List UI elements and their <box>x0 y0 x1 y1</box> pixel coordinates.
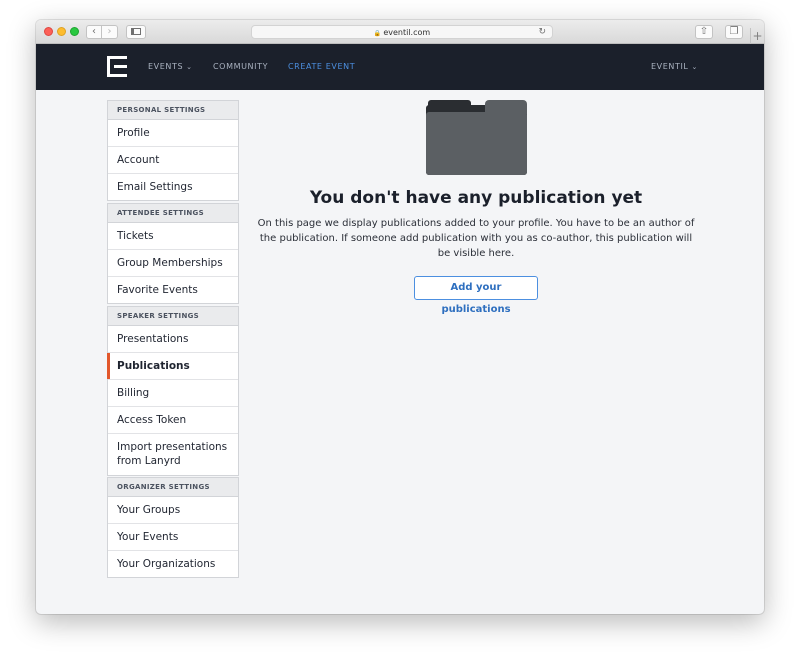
folder-icon <box>426 100 527 175</box>
sidebar-item-favorite-events[interactable]: Favorite Events <box>108 277 238 303</box>
add-publications-button[interactable]: Add your publications <box>414 276 538 315</box>
sidebar-item-publications[interactable]: Publications <box>107 353 238 380</box>
nav-events[interactable]: EVENTS ⌄ <box>148 62 193 72</box>
sidebar-item-email-settings[interactable]: Email Settings <box>108 174 238 200</box>
browser-window: ‹ › 🔒 eventil.com ↻ ⇧ ❐ + EVENTS ⌄ COMMUNI… <box>36 20 764 614</box>
group-header: ORGANIZER SETTINGS <box>108 478 238 497</box>
sidebar-item-group-memberships[interactable]: Group Memberships <box>108 250 238 277</box>
sidebar-item-your-organizations[interactable]: Your Organizations <box>108 551 238 577</box>
url-text: eventil.com <box>383 28 431 37</box>
empty-state-title: You don't have any publication yet <box>309 188 643 208</box>
sidebar-item-access-token[interactable]: Access Token <box>108 407 238 434</box>
organizer-settings-group: ORGANIZER SETTINGS Your Groups Your Even… <box>107 477 239 578</box>
sidebar-item-presentations[interactable]: Presentations <box>108 326 238 353</box>
back-button[interactable]: ‹ <box>86 25 102 39</box>
address-bar[interactable]: 🔒 eventil.com ↻ <box>251 25 553 39</box>
sidebar-item-profile[interactable]: Profile <box>108 120 238 147</box>
group-header: PERSONAL SETTINGS <box>108 101 238 120</box>
group-header: ATTENDEE SETTINGS <box>108 204 238 223</box>
minimize-window-button[interactable] <box>57 27 66 36</box>
nav-create-event-label: CREATE EVENT <box>288 62 356 71</box>
reload-icon[interactable]: ↻ <box>538 26 546 39</box>
nav-community-label: COMMUNITY <box>213 62 269 71</box>
close-window-button[interactable] <box>44 27 53 36</box>
chevron-down-icon: ⌄ <box>186 63 193 71</box>
site-header: EVENTS ⌄ COMMUNITY CREATE EVENT EVENTIL ⌄ <box>36 44 764 90</box>
browser-toolbar: ‹ › 🔒 eventil.com ↻ ⇧ ❐ + <box>36 20 764 44</box>
user-menu-label: EVENTIL <box>651 62 689 71</box>
sidebar-item-your-groups[interactable]: Your Groups <box>108 497 238 524</box>
chevron-down-icon: ⌄ <box>691 63 698 71</box>
speaker-settings-group: SPEAKER SETTINGS Presentations Publicati… <box>107 306 239 476</box>
nav-community[interactable]: COMMUNITY <box>213 62 268 72</box>
personal-settings-group: PERSONAL SETTINGS Profile Account Email … <box>107 100 239 201</box>
tabs-overview-button[interactable]: ❐ <box>725 25 743 39</box>
sidebar-item-tickets[interactable]: Tickets <box>108 223 238 250</box>
sidebar-item-billing[interactable]: Billing <box>108 380 238 407</box>
new-tab-button[interactable]: + <box>750 28 764 44</box>
nav-events-label: EVENTS <box>148 62 184 71</box>
forward-button[interactable]: › <box>102 25 118 39</box>
user-menu[interactable]: EVENTIL ⌄ <box>651 62 698 72</box>
sidebar-item-import-lanyrd[interactable]: Import presentations from Lanyrd <box>108 434 238 475</box>
sidebar-item-account[interactable]: Account <box>108 147 238 174</box>
sidebar-icon <box>131 28 141 35</box>
group-header: SPEAKER SETTINGS <box>108 307 238 326</box>
nav-create-event[interactable]: CREATE EVENT <box>288 62 355 72</box>
zoom-window-button[interactable] <box>70 27 79 36</box>
empty-state-description: On this page we display publications add… <box>257 218 695 259</box>
attendee-settings-group: ATTENDEE SETTINGS Tickets Group Membersh… <box>107 203 239 304</box>
sidebar-toggle-button[interactable] <box>126 25 146 39</box>
sidebar-item-your-events[interactable]: Your Events <box>108 524 238 551</box>
share-button[interactable]: ⇧ <box>695 25 713 39</box>
lock-icon: 🔒 <box>373 30 382 37</box>
eventil-logo[interactable] <box>107 56 127 77</box>
